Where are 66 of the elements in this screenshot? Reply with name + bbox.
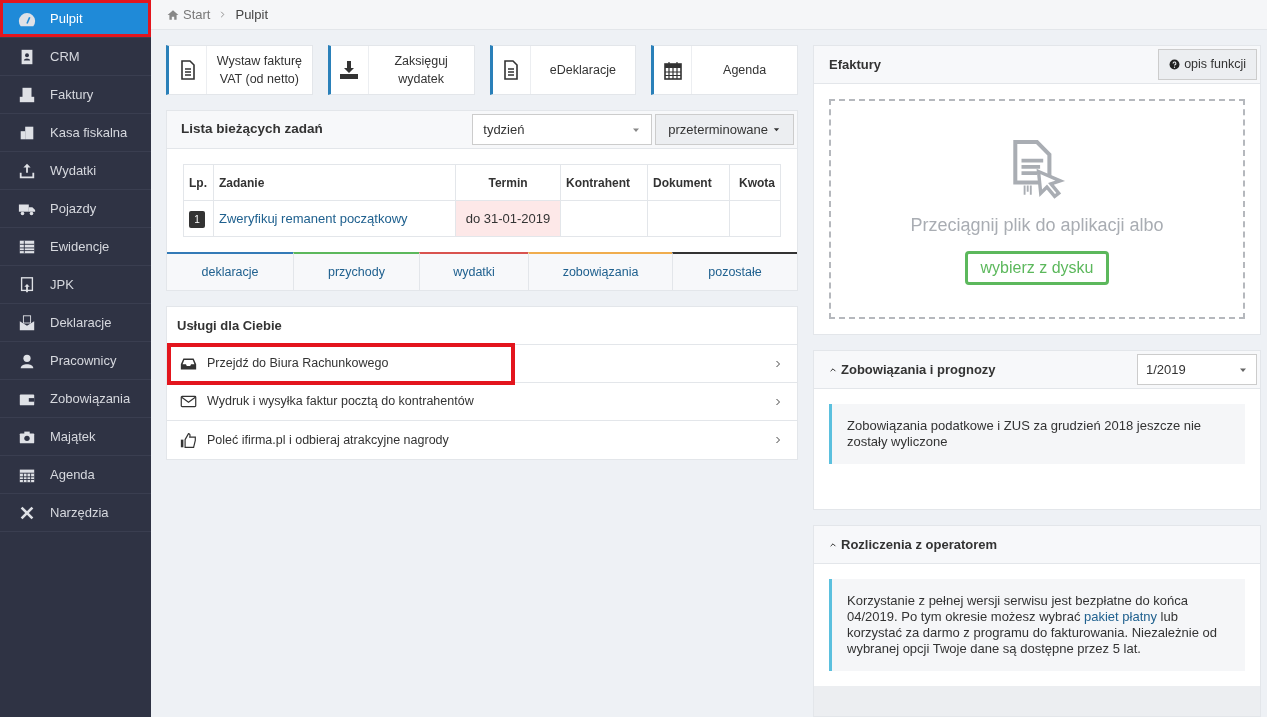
sidebar-item[interactable]: Narzędzia [0,494,151,532]
paid-plan-link[interactable]: pakiet płatny [1084,609,1157,624]
panel-title: Lista bieżących zadań [181,120,323,139]
envelope-icon [18,313,36,332]
collapse-toggle[interactable]: Zobowiązania i prognozy [829,359,996,380]
chevron-up-icon [829,540,837,549]
chevron-right-icon [773,358,783,369]
sidebar-item[interactable]: Ewidencje [0,228,151,266]
due-date-cell: do 31-01-2019 [455,200,561,237]
column-header: Kwota [729,164,781,201]
sidebar-item[interactable]: Pojazdy [0,190,151,228]
period-select[interactable]: tydzień [472,114,653,145]
document-icon [501,60,521,80]
info-message: Korzystanie z pełnej wersji serwisu jest bezpłatne do końca 04/2019. Po tym okresie możesz wybrać pakiet płatny lub korzystać za darmo z programu do fakturowania. Niezależnie od wybranej opcji Twoje dane są dostępne przez 5 lat. [829,579,1245,671]
sidebar-item[interactable]: Agenda [0,456,151,494]
category-tab[interactable]: przychody [293,252,419,290]
caret-icon [772,125,781,134]
home-icon [167,8,179,21]
envelope-icon [180,393,197,410]
sidebar-item[interactable]: Kasa fiskalna [0,114,151,152]
sidebar-item[interactable]: CRM [0,38,151,76]
inbox-tray-icon [180,355,197,372]
chevron-up-icon [829,365,837,374]
drop-hint: Przeciągnij plik do aplikacji albo [910,213,1164,237]
help-button[interactable]: opis funkcji [1158,49,1257,80]
category-tab[interactable]: pozostałe [672,252,797,290]
service-link[interactable]: Wydruk i wysyłka faktur pocztą do kontrahentów [167,383,797,421]
column-header: Lp. [183,164,214,201]
file-upload-icon [18,275,36,294]
row-number: 1 [189,210,205,228]
download-icon [339,60,360,80]
column-header: Kontrahent [560,164,648,201]
info-message: Zobowiązania podatkowe i ZUS za grudzień 2018 jeszcze nie zostały wyliczone [829,404,1245,464]
upload-tray-icon [18,161,36,180]
sidebar-item[interactable]: Pulpit [0,0,151,38]
filter-dropdown-button[interactable]: przeterminowane [655,114,794,145]
breadcrumb-link[interactable]: Start [183,4,211,25]
breadcrumb-link[interactable]: Pulpit [235,4,268,25]
quick-action-button[interactable]: Wystaw fakturę VAT (od netto) [166,45,313,95]
sidebar-item[interactable]: Wydatki [0,152,151,190]
quick-action-button[interactable]: Zaksięguj wydatek [327,45,475,95]
calendar-icon [662,60,683,80]
category-tab[interactable]: wydatki [419,252,528,290]
category-tab[interactable]: deklaracje [167,252,293,290]
thumbs-up-icon [180,431,197,449]
sidebar-item[interactable]: Faktury [0,76,151,114]
sidebar-item[interactable]: Deklaracje [0,304,151,342]
chevron-right-icon [773,396,783,407]
column-header: Termin [455,164,561,201]
column-header: Zadanie [213,164,456,201]
quick-action-button[interactable]: eDeklaracje [489,45,637,95]
service-link[interactable]: Poleć ifirma.pl i odbieraj atrakcyjne nagrody [167,421,797,459]
period-select[interactable]: 1/2019 [1137,354,1257,385]
question-circle-icon [1169,59,1181,70]
sidebar-item[interactable]: Pracownicy [0,342,151,380]
sidebar-item[interactable]: JPK [0,266,151,304]
sidebar-item[interactable]: Majątek [0,418,151,456]
service-link[interactable]: Przejdź do Biura Rachunkowego [167,345,797,383]
chevron-icon [218,10,228,19]
sidebar-item[interactable]: Zobowiązania [0,380,151,418]
chevron-right-icon [773,435,783,445]
column-header: Dokument [647,164,730,201]
panel-title: Usługi dla Ciebie [177,316,282,335]
quick-action-button[interactable]: Agenda [651,45,798,95]
panel-title: Efaktury [829,55,882,74]
category-tab[interactable]: zobowiązania [528,252,672,290]
